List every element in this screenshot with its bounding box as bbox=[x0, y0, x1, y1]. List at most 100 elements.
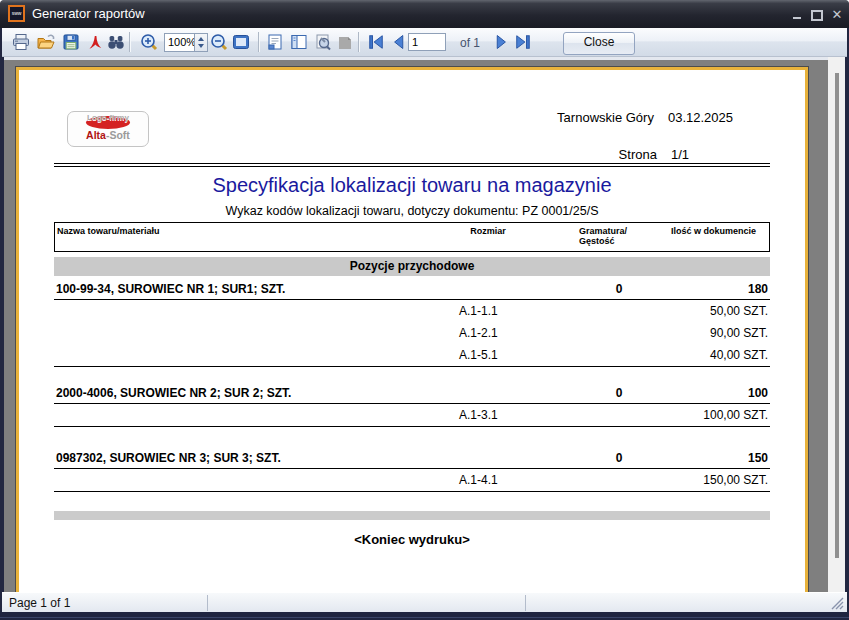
item-name: 0987302, SUROWIEC NR 3; SUR 3; SZT. bbox=[56, 449, 281, 467]
thumbnails-panel-icon[interactable] bbox=[288, 31, 310, 53]
resize-grip[interactable] bbox=[831, 597, 844, 610]
page-setup-icon[interactable] bbox=[264, 31, 286, 53]
minimize-button[interactable] bbox=[789, 8, 805, 22]
col-name: Nazwa towaru/materiału bbox=[57, 226, 160, 236]
vertical-scrollbar[interactable] bbox=[828, 57, 845, 592]
item-gram: 0 bbox=[589, 384, 649, 402]
item-group: 2000-4006, SUROWIEC NR 2; SUR 2; SZT. 0 … bbox=[54, 384, 770, 427]
strona-label: Strona bbox=[619, 147, 657, 162]
toolbar: 100% of bbox=[2, 28, 847, 57]
city-date: Tarnowskie Góry 03.12.2025 bbox=[557, 110, 733, 125]
item-qty: 180 bbox=[748, 280, 768, 298]
item-gram: 0 bbox=[589, 449, 649, 467]
section-band: Pozycje przychodowe bbox=[54, 257, 770, 276]
next-page-icon[interactable] bbox=[490, 31, 512, 53]
location-qty: 150,00 SZT. bbox=[703, 469, 768, 491]
spin-up-icon[interactable] bbox=[198, 37, 204, 41]
zoom-level-spinner[interactable]: 100% bbox=[164, 33, 208, 52]
app-window: sww Generator raportów ✕ 100% bbox=[0, 0, 849, 620]
report-table: Nazwa towaru/materiału Rozmiar Gramatura… bbox=[54, 222, 770, 547]
location-code: A.1-4.1 bbox=[459, 469, 498, 491]
location-rows: A.1-3.1 100,00 SZT. bbox=[54, 404, 770, 427]
report-subtitle: Wykaz kodów lokalizacji towaru, dotyczy … bbox=[19, 204, 805, 218]
city-label: Tarnowskie Góry bbox=[557, 110, 654, 125]
app-icon: sww bbox=[8, 5, 25, 22]
header-rule bbox=[54, 163, 770, 164]
last-page-icon[interactable] bbox=[512, 31, 534, 53]
spin-down-icon[interactable] bbox=[198, 44, 204, 48]
location-qty: 90,00 SZT. bbox=[710, 322, 768, 344]
header-rule bbox=[54, 166, 770, 167]
col-gram: Gramatura/Gęstość bbox=[579, 226, 627, 246]
report-preview-area[interactable]: Logo-firmy Alta-Soft Tarnowskie Góry 03.1… bbox=[4, 57, 828, 592]
report-title: Specyfikacja lokalizacji towaru na magaz… bbox=[19, 174, 805, 197]
location-qty: 100,00 SZT. bbox=[703, 404, 768, 426]
company-logo: Logo-firmy Alta-Soft bbox=[67, 111, 149, 147]
status-bar: Page 1 of 1 bbox=[2, 592, 847, 612]
first-page-icon[interactable] bbox=[365, 31, 387, 53]
toolbar-separator bbox=[258, 32, 260, 52]
zoom-out-icon[interactable] bbox=[208, 31, 230, 53]
edit-page-icon[interactable] bbox=[312, 31, 334, 53]
date-label: 03.12.2025 bbox=[668, 110, 733, 125]
logo-brand: Alta-Soft bbox=[68, 129, 148, 141]
status-separator bbox=[525, 595, 526, 611]
window-bottom-line bbox=[0, 617, 849, 618]
location-row: A.1-2.1 90,00 SZT. bbox=[54, 322, 770, 344]
save-icon[interactable] bbox=[60, 31, 82, 53]
location-row: A.1-3.1 100,00 SZT. bbox=[54, 404, 770, 426]
item-row: 100-99-34, SUROWIEC NR 1; SUR1; SZT. 0 1… bbox=[54, 280, 770, 300]
maximize-button[interactable] bbox=[809, 8, 825, 22]
window-title: Generator raportów bbox=[32, 6, 145, 21]
pdf-export-icon[interactable] bbox=[84, 31, 106, 53]
title-bar: sww Generator raportów ✕ bbox=[0, 0, 849, 28]
toolbar-separator bbox=[129, 32, 131, 52]
logo-watermark: Logo-firmy bbox=[68, 113, 148, 122]
watermark-icon[interactable] bbox=[334, 31, 356, 53]
item-group: 0987302, SUROWIEC NR 3; SUR 3; SZT. 0 15… bbox=[54, 449, 770, 492]
location-rows: A.1-1.1 50,00 SZT. A.1-2.1 90,00 SZT. A.… bbox=[54, 300, 770, 367]
find-icon[interactable] bbox=[105, 31, 127, 53]
strona-value: 1/1 bbox=[671, 147, 689, 162]
page-number-input[interactable] bbox=[408, 33, 446, 51]
item-gram: 0 bbox=[589, 280, 649, 298]
item-name: 100-99-34, SUROWIEC NR 1; SUR1; SZT. bbox=[56, 280, 285, 298]
col-size: Rozmiar bbox=[458, 226, 518, 236]
spinner-buttons[interactable] bbox=[194, 34, 207, 51]
toolbar-separator bbox=[358, 32, 360, 52]
location-qty: 40,00 SZT. bbox=[710, 344, 768, 366]
table-header: Nazwa towaru/materiału Rozmiar Gramatura… bbox=[54, 222, 770, 252]
table-groups: 100-99-34, SUROWIEC NR 1; SUR1; SZT. 0 1… bbox=[54, 280, 770, 492]
close-button[interactable]: Close bbox=[563, 32, 635, 55]
print-icon[interactable] bbox=[10, 31, 32, 53]
location-row: A.1-1.1 50,00 SZT. bbox=[54, 300, 770, 322]
location-code: A.1-1.1 bbox=[459, 300, 498, 322]
item-row: 0987302, SUROWIEC NR 3; SUR 3; SZT. 0 15… bbox=[54, 449, 770, 469]
end-of-print: <Koniec wydruku> bbox=[54, 532, 770, 547]
full-screen-icon[interactable] bbox=[230, 31, 252, 53]
page-count-label: of 1 bbox=[460, 36, 480, 50]
location-row: A.1-5.1 40,00 SZT. bbox=[54, 344, 770, 366]
status-separator bbox=[207, 595, 208, 611]
location-rows: A.1-4.1 150,00 SZT. bbox=[54, 469, 770, 492]
report-page: Logo-firmy Alta-Soft Tarnowskie Góry 03.1… bbox=[16, 67, 808, 592]
vertical-scrollbar-thumb[interactable] bbox=[835, 73, 839, 558]
location-row: A.1-4.1 150,00 SZT. bbox=[54, 469, 770, 491]
zoom-level-value: 100% bbox=[168, 36, 196, 48]
item-name: 2000-4006, SUROWIEC NR 2; SUR 2; SZT. bbox=[56, 384, 291, 402]
item-row: 2000-4006, SUROWIEC NR 2; SUR 2; SZT. 0 … bbox=[54, 384, 770, 404]
footer-band bbox=[54, 511, 770, 520]
item-group: 100-99-34, SUROWIEC NR 1; SUR1; SZT. 0 1… bbox=[54, 280, 770, 367]
location-code: A.1-3.1 bbox=[459, 404, 498, 426]
location-code: A.1-5.1 bbox=[459, 344, 498, 366]
window-bottom-border bbox=[0, 612, 849, 620]
previous-page-icon[interactable] bbox=[388, 31, 410, 53]
col-qty: Ilość w dokumencie bbox=[671, 226, 756, 236]
close-window-button[interactable]: ✕ bbox=[829, 8, 845, 22]
item-qty: 100 bbox=[748, 384, 768, 402]
item-qty: 150 bbox=[748, 449, 768, 467]
open-icon[interactable] bbox=[35, 31, 57, 53]
status-text: Page 1 of 1 bbox=[9, 596, 70, 610]
location-qty: 50,00 SZT. bbox=[710, 300, 768, 322]
zoom-in-icon[interactable] bbox=[138, 31, 160, 53]
